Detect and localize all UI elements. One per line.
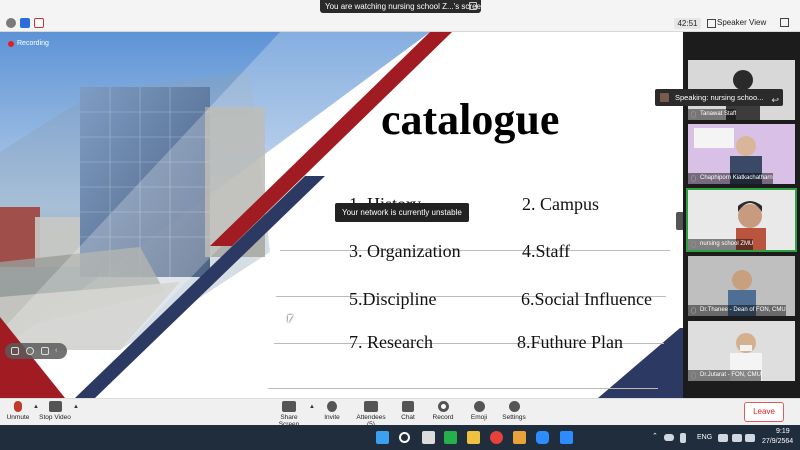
video-camera-icon — [48, 401, 62, 412]
participant-tile[interactable]: Dr.Jutarat - FON, CMU — [688, 321, 795, 381]
muted-microphone-icon — [14, 401, 22, 412]
catalogue-item: 6.Social Influence — [521, 289, 652, 309]
participant-tile-active[interactable]: nursing school ZMU — [686, 188, 797, 252]
participant-name: Chaphiporn Kiatkachatharn — [688, 173, 773, 184]
catalogue-item: 2. Campus — [522, 194, 600, 214]
stop-video-label: Stop Video — [39, 414, 71, 421]
record-button[interactable]: Record — [430, 401, 456, 421]
speaker-view-button[interactable]: Speaker View — [707, 17, 766, 29]
participant-tile[interactable]: Dr.Thanee - Dean of FON, CMU — [688, 256, 795, 316]
volume-icon[interactable] — [745, 434, 755, 442]
network-unstable-tooltip: Your network is currently unstable — [335, 203, 469, 222]
windows-taskbar: ⌃ ENG 9:19 27/9/2564 — [0, 425, 800, 450]
emoji-button[interactable]: Emoji — [467, 401, 491, 421]
file-explorer-icon[interactable] — [467, 431, 480, 444]
attendees-icon — [364, 401, 378, 412]
clock-time[interactable]: 9:19 — [776, 428, 790, 435]
tray-chevron-icon[interactable]: ⌃ — [652, 432, 658, 440]
divider — [280, 250, 670, 251]
catalogue-item: 3. Organization — [349, 241, 461, 261]
settings-label: Settings — [502, 414, 526, 421]
wifi-icon[interactable] — [732, 434, 742, 442]
unmute-label: Unmute — [6, 414, 30, 421]
share-banner-text: You are watching nursing school Z...'s s… — [325, 2, 481, 11]
participant-name: nursing school ZMU — [688, 239, 754, 250]
meeting-timer: 42:51 — [674, 18, 701, 29]
invite-label: Invite — [324, 414, 340, 421]
catalogue-item: 5.Discipline — [349, 289, 437, 309]
emoji-smiley-icon — [473, 401, 485, 412]
shared-screen: Recording catalogue 1. History 2. Campus… — [0, 32, 683, 398]
recording-indicator: Recording — [8, 40, 49, 47]
meeting-toolbar: Unmute ▲ Stop Video ▲ Share Screen ▲ Inv… — [0, 398, 800, 428]
view-options-icon[interactable] — [469, 2, 477, 10]
leave-button[interactable]: Leave — [744, 402, 784, 422]
cloud-icon[interactable] — [664, 434, 674, 441]
speaking-indicator: Speaking: nursing schoo... ↩ — [655, 89, 783, 106]
share-options-caret-icon[interactable]: ▲ — [309, 404, 315, 410]
zoom-app-icon[interactable] — [536, 431, 549, 444]
share-banner[interactable]: You are watching nursing school Z...'s s… — [320, 0, 481, 13]
participant-name: Tanawat Staff — [688, 109, 737, 120]
chat-label: Chat — [401, 414, 415, 421]
chrome-icon[interactable] — [490, 431, 503, 444]
collapse-icon[interactable]: ‹ — [55, 347, 63, 355]
floating-controls[interactable]: ‹ — [5, 343, 67, 359]
chat-button[interactable]: Chat — [398, 401, 418, 421]
clock-date[interactable]: 27/9/2564 — [762, 438, 793, 445]
participant-tile[interactable]: Chaphiporn Kiatkachatharn — [688, 124, 795, 184]
grid-icon[interactable] — [11, 347, 19, 355]
top-bar: You are watching nursing school Z...'s s… — [0, 0, 800, 32]
record-label: Record — [432, 414, 454, 421]
zoom-meeting-icon[interactable] — [560, 431, 573, 444]
participant-name: Dr.Thanee - Dean of FON, CMU — [688, 305, 786, 316]
attendees-button[interactable]: Attendees (5) — [352, 401, 390, 428]
participant-name: Dr.Jutarat - FON, CMU — [688, 370, 762, 381]
invite-button[interactable]: Invite — [321, 401, 343, 421]
mouse-cursor — [288, 315, 293, 323]
unmute-button[interactable]: Unmute — [6, 401, 30, 421]
line-app-icon[interactable] — [444, 431, 457, 444]
zoom-window: You are watching nursing school Z...'s s… — [0, 0, 800, 450]
return-arrow-icon[interactable]: ↩ — [771, 92, 779, 106]
stop-video-button[interactable]: Stop Video — [39, 401, 71, 421]
settings-button[interactable]: Settings — [500, 401, 528, 421]
emoji-label: Emoji — [470, 414, 488, 421]
info-icon[interactable] — [6, 18, 16, 28]
invite-person-icon — [327, 401, 337, 412]
record-icon — [437, 401, 449, 412]
catalogue-item: 7. Research — [349, 332, 433, 352]
catalogue-item: 4.Staff — [522, 241, 571, 261]
divider — [268, 388, 658, 389]
search-icon[interactable] — [399, 432, 410, 443]
recording-status-icon — [34, 18, 44, 28]
slide-title: catalogue — [381, 95, 560, 144]
folder-icon[interactable] — [513, 431, 526, 444]
share-screen-icon — [282, 401, 296, 412]
video-options-caret-icon[interactable]: ▲ — [73, 404, 79, 410]
speaking-text: Speaking: nursing schoo... — [675, 93, 764, 102]
participants-panel: Tanawat Staff Chaphiporn Kiatkachatharn … — [683, 32, 800, 398]
task-view-icon[interactable] — [422, 431, 435, 444]
chat-bubble-icon — [402, 401, 414, 412]
network-icon[interactable] — [718, 434, 728, 442]
bluetooth-icon[interactable] — [680, 433, 686, 443]
security-shield-icon[interactable] — [20, 18, 30, 28]
fullscreen-icon[interactable] — [780, 18, 789, 27]
emoji-icon[interactable] — [26, 347, 34, 355]
chat-icon[interactable] — [41, 347, 49, 355]
windows-start-icon[interactable] — [376, 431, 389, 444]
gear-icon — [508, 401, 520, 412]
speaker-avatar — [660, 93, 669, 102]
language-indicator[interactable]: ENG — [697, 434, 712, 441]
share-screen-button[interactable]: Share Screen — [270, 401, 308, 428]
catalogue-item: 8.Futhure Plan — [517, 332, 623, 352]
